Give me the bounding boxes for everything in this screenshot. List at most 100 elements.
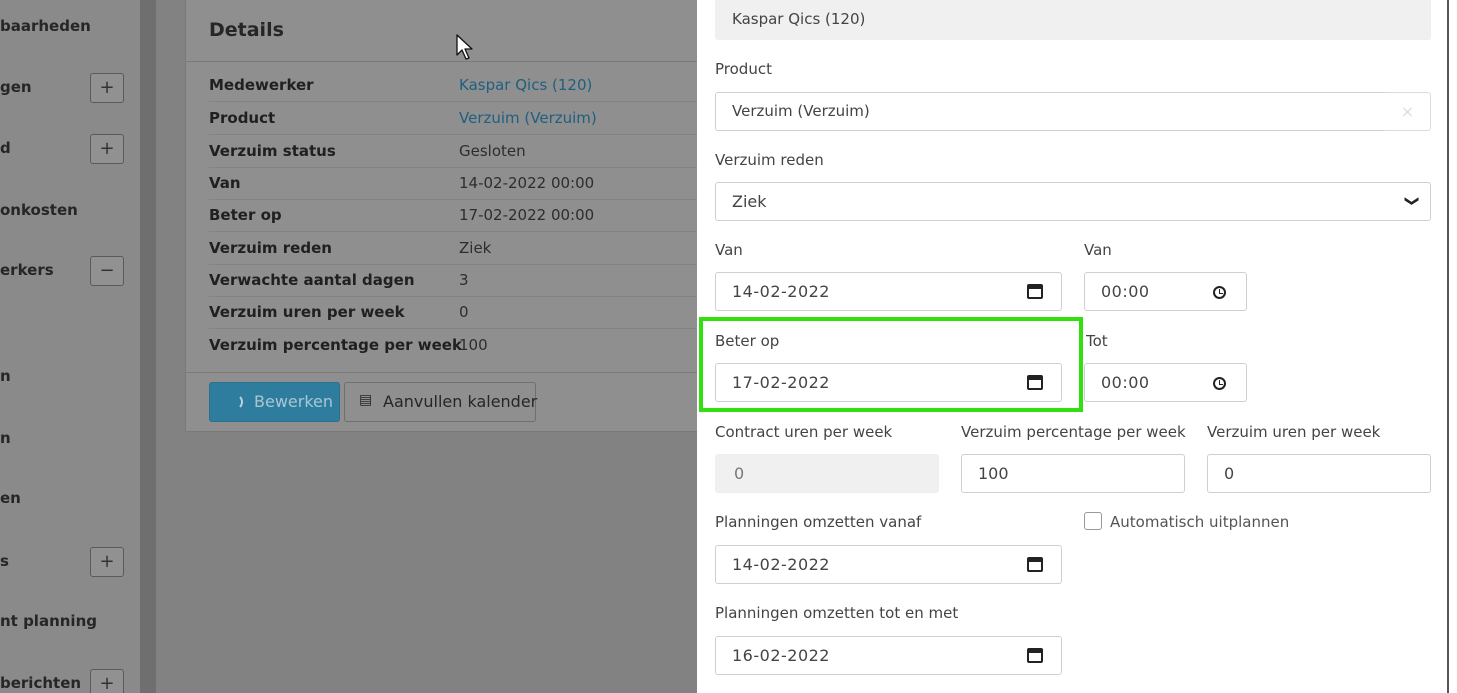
from-date-input[interactable]: 14-02-2022 [715, 272, 1062, 311]
edit-button[interactable]: Bewerken [209, 382, 340, 422]
detail-key: Verzuim uren per week [209, 303, 405, 321]
sidebar-item[interactable]: berichten + [0, 669, 140, 693]
sidebar-scroll-edge [140, 0, 156, 693]
contract-hours-input: 0 [715, 454, 939, 493]
detail-key: Van [209, 174, 241, 192]
detail-value: Gesloten [459, 142, 526, 160]
reason-label: Verzuim reden [715, 151, 824, 169]
to-time-input[interactable]: 00:00 [1084, 363, 1247, 402]
to-time-label: Tot [1086, 332, 1108, 350]
auto-unplan-label[interactable]: Automatisch uitplannen [1110, 513, 1289, 531]
absence-percentage-value: 100 [978, 464, 1009, 483]
collapse-button[interactable]: − [90, 256, 124, 286]
spinner-icon [227, 394, 243, 410]
sidebar-item-label: n [0, 367, 11, 385]
product-link[interactable]: Verzuim (Verzuim) [459, 109, 597, 127]
sidebar-item[interactable]: nt planning [0, 607, 140, 637]
calendar-icon[interactable] [1027, 557, 1043, 572]
plan-from-date-value: 14-02-2022 [732, 555, 830, 574]
detail-row: Van 14-02-2022 00:00 [209, 168, 709, 200]
absence-hours-input[interactable]: 0 [1207, 454, 1431, 493]
expand-button[interactable]: + [90, 547, 124, 577]
calendar-icon[interactable] [1027, 375, 1043, 390]
sidebar-item[interactable]: baarheden [0, 12, 140, 42]
detail-value: Ziek [459, 239, 492, 257]
sidebar-item[interactable]: en [0, 484, 140, 514]
product-select[interactable]: Verzuim (Verzuim) [715, 92, 1386, 131]
sidebar-item[interactable]: d + [0, 134, 140, 164]
fill-calendar-button[interactable]: ▤ Aanvullen kalender [344, 382, 538, 422]
detail-key: Verzuim reden [209, 239, 332, 257]
sidebar-item[interactable]: onkosten [0, 196, 140, 226]
detail-value: 3 [459, 271, 469, 289]
sidebar-item-label: berichten [0, 674, 82, 692]
from-date-value: 14-02-2022 [732, 282, 830, 301]
fill-calendar-button-label: Aanvullen kalender [383, 392, 538, 411]
clock-icon[interactable] [1213, 377, 1226, 390]
mouse-cursor-icon [456, 34, 473, 60]
sidebar-item[interactable]: n [0, 424, 140, 454]
detail-key: Product [209, 109, 276, 127]
detail-row: Product Verzuim (Verzuim) [209, 103, 709, 135]
close-icon: × [1400, 102, 1415, 121]
detail-value: 17-02-2022 00:00 [459, 206, 595, 224]
sidebar-item-label: s [0, 552, 9, 570]
detail-key: Verzuim percentage per week [209, 336, 462, 354]
card-title: Details [209, 19, 284, 41]
expand-button[interactable]: + [90, 669, 124, 693]
calendar-list-icon: ▤ [359, 392, 373, 408]
detail-value: 100 [459, 336, 488, 354]
employee-link[interactable]: Kaspar Qics (120) [459, 76, 592, 94]
plan-to-date-value: 16-02-2022 [732, 646, 830, 665]
panel-edge [1449, 0, 1457, 693]
expand-button[interactable]: + [90, 73, 124, 103]
sidebar-item-label: baarheden [0, 17, 91, 35]
better-date-value: 17-02-2022 [732, 373, 830, 392]
reason-select[interactable]: Ziek ❯ [715, 182, 1431, 221]
detail-row: Medewerker Kaspar Qics (120) [209, 70, 709, 102]
calendar-icon[interactable] [1027, 648, 1043, 663]
detail-row: Verzuim status Gesloten [209, 136, 709, 168]
reason-select-value: Ziek [732, 192, 767, 211]
sidebar-item-label: n [0, 429, 11, 447]
plan-from-label: Planningen omzetten vanaf [715, 513, 922, 531]
absence-hours-label: Verzuim uren per week [1207, 423, 1381, 441]
sidebar-item-label: nt planning [0, 612, 97, 630]
detail-key: Medewerker [209, 76, 314, 94]
sidebar-item-label: gen [0, 78, 32, 96]
detail-row: Verzuim uren per week 0 [209, 297, 709, 329]
sidebar-item[interactable]: erkers − [0, 256, 140, 286]
product-clear-button[interactable]: × [1385, 92, 1431, 131]
from-time-input[interactable]: 00:00 [1084, 272, 1247, 311]
details-card: Details Medewerker Kaspar Qics (120) Pro… [185, 0, 726, 432]
calendar-icon[interactable] [1027, 284, 1043, 299]
sidebar-item-label: onkosten [0, 201, 78, 219]
better-date-input[interactable]: 17-02-2022 [715, 363, 1062, 402]
expand-button[interactable]: + [90, 134, 124, 164]
from-time-label: Van [1084, 241, 1112, 259]
sidebar-item-label: d [0, 139, 11, 157]
absence-percentage-input[interactable]: 100 [961, 454, 1185, 493]
to-time-value: 00:00 [1101, 373, 1150, 392]
sidebar-item[interactable]: s + [0, 547, 140, 577]
detail-key: Beter op [209, 206, 282, 224]
detail-key: Verzuim status [209, 142, 336, 160]
sidebar-item[interactable]: gen + [0, 73, 140, 103]
clock-icon[interactable] [1213, 286, 1226, 299]
plan-to-date-input[interactable]: 16-02-2022 [715, 636, 1062, 675]
plan-from-date-input[interactable]: 14-02-2022 [715, 545, 1062, 584]
detail-row: Verzuim percentage per week 100 [209, 330, 709, 362]
detail-value: 14-02-2022 00:00 [459, 174, 595, 192]
detail-key: Verwachte aantal dagen [209, 271, 415, 289]
contract-hours-label: Contract uren per week [715, 423, 893, 441]
detail-row: Verzuim reden Ziek [209, 233, 709, 265]
sidebar-item[interactable]: n [0, 362, 140, 392]
divider [186, 372, 726, 373]
contract-hours-value: 0 [734, 464, 745, 483]
auto-unplan-checkbox[interactable] [1084, 512, 1102, 530]
sidebar-item-label: en [0, 489, 21, 507]
better-date-label: Beter op [715, 332, 780, 350]
employee-field: Kaspar Qics (120) [715, 0, 1431, 40]
detail-row: Beter op 17-02-2022 00:00 [209, 200, 709, 232]
plan-to-label: Planningen omzetten tot en met [715, 604, 959, 622]
